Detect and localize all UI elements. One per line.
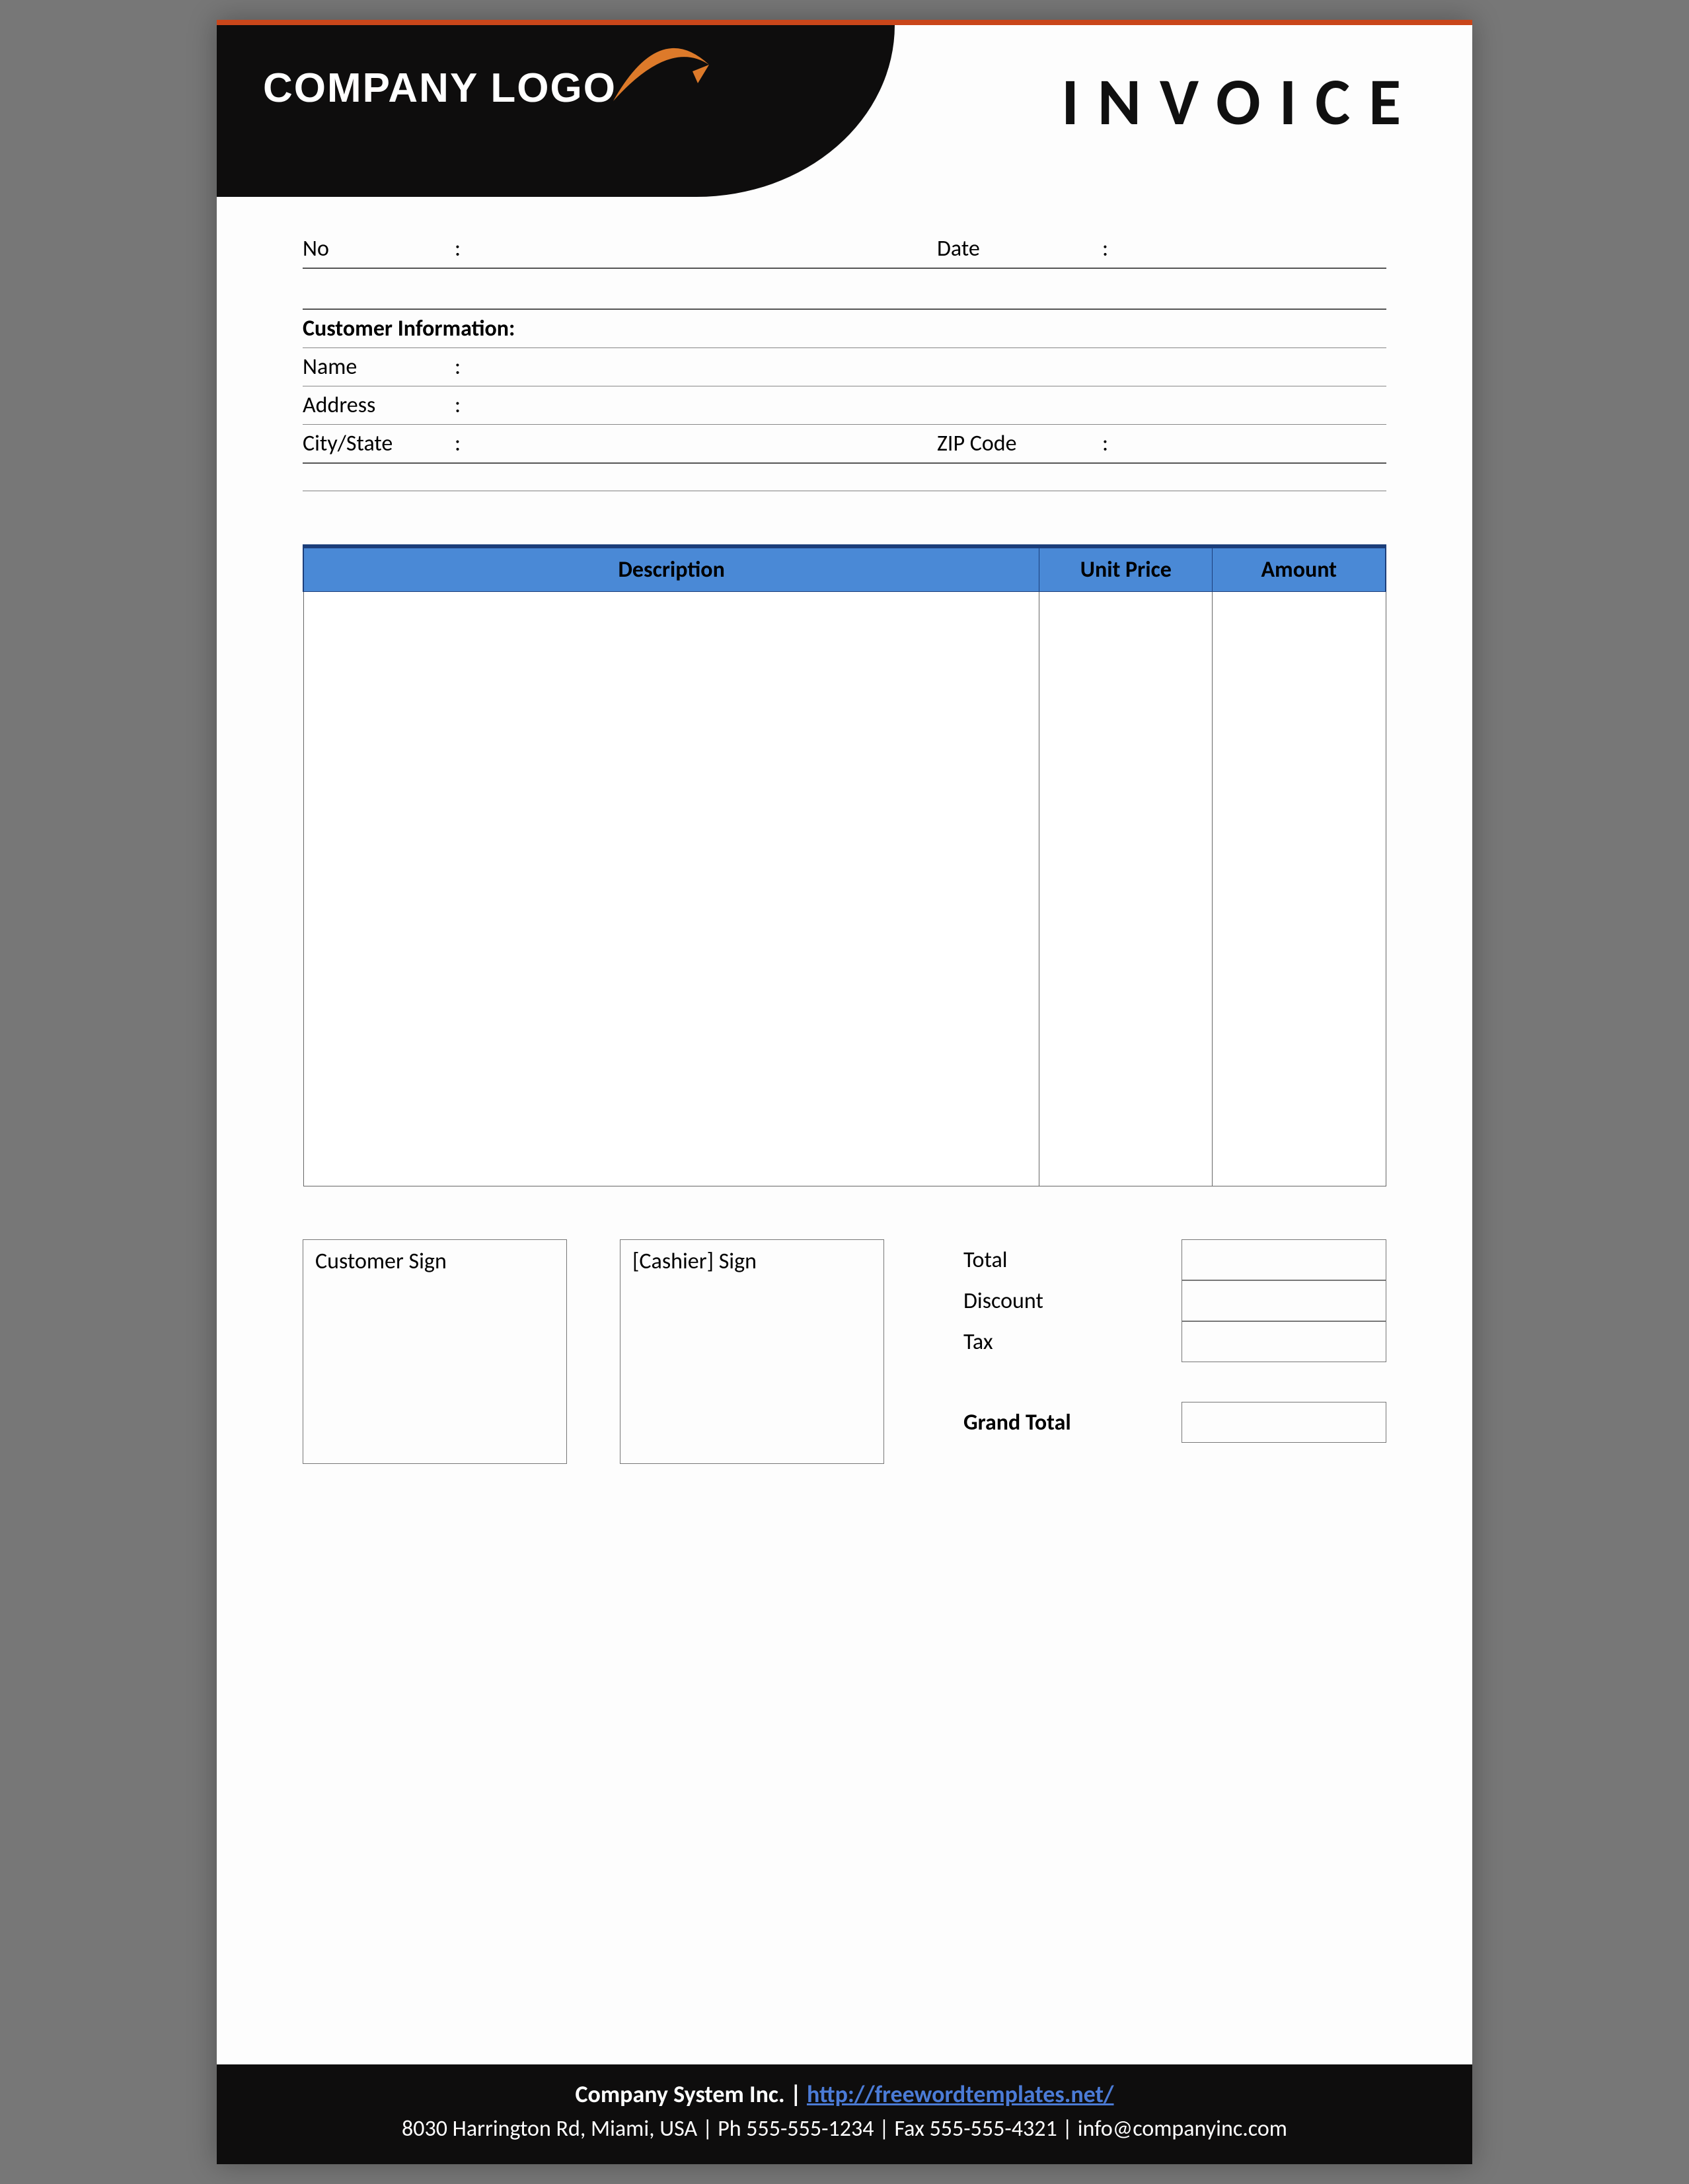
zip-label: ZIP Code	[937, 430, 1102, 457]
grand-total-row: Grand Total	[937, 1402, 1386, 1443]
cell-amount	[1213, 592, 1386, 1186]
invoice-page: COMPANY LOGO INVOICE No : Date : Custome…	[217, 20, 1472, 2164]
city-value	[474, 430, 937, 457]
discount-row: Discount	[937, 1280, 1386, 1321]
invoice-title: INVOICE	[1061, 61, 1419, 142]
customer-sign-box: Customer Sign	[303, 1239, 567, 1464]
logo-text: COMPANY LOGO	[263, 65, 617, 112]
address-value	[474, 392, 1386, 419]
totals: Total Discount Tax Grand Total	[937, 1239, 1386, 1464]
tax-label: Tax	[937, 1329, 1182, 1356]
col-description: Description	[303, 546, 1039, 592]
customer-section-title: Customer Information:	[303, 309, 1386, 348]
city-label: City/State	[303, 430, 455, 457]
footer-company: Company System Inc.	[575, 2080, 784, 2109]
tax-row: Tax	[937, 1321, 1386, 1362]
no-value	[474, 235, 937, 262]
customer-sign-label: Customer Sign	[315, 1248, 447, 1275]
grand-total-label: Grand Total	[937, 1409, 1182, 1436]
bottom-section: Customer Sign [Cashier] Sign Total Disco…	[303, 1239, 1386, 1464]
footer-sep: |	[785, 2080, 807, 2109]
name-value	[474, 353, 1386, 381]
colon: :	[1102, 235, 1122, 262]
total-label: Total	[937, 1247, 1182, 1274]
col-amount: Amount	[1213, 546, 1386, 592]
colon: :	[1102, 430, 1122, 457]
swoosh-icon	[607, 38, 712, 111]
city-row: City/State : ZIP Code :	[303, 425, 1386, 464]
total-value	[1182, 1239, 1386, 1280]
date-label: Date	[937, 235, 1102, 262]
cell-description	[303, 592, 1039, 1186]
footer: Company System Inc. | http://freewordtem…	[217, 2064, 1472, 2164]
colon: :	[455, 353, 474, 381]
content: No : Date : Customer Information: Name :…	[217, 197, 1472, 2064]
table-row	[303, 592, 1386, 1186]
divider	[303, 490, 1386, 491]
no-label: No	[303, 235, 455, 262]
date-value	[1122, 235, 1386, 262]
company-logo: COMPANY LOGO	[263, 52, 729, 124]
footer-url: http://freewordtemplates.net/	[807, 2080, 1114, 2109]
col-unit-price: Unit Price	[1039, 546, 1213, 592]
total-row: Total	[937, 1239, 1386, 1280]
address-row: Address :	[303, 386, 1386, 425]
cashier-sign-label: [Cashier] Sign	[632, 1248, 757, 1275]
cashier-sign-box: [Cashier] Sign	[620, 1239, 884, 1464]
grand-total-value	[1182, 1402, 1386, 1443]
table-header-row: Description Unit Price Amount	[303, 546, 1386, 592]
colon: :	[455, 235, 474, 262]
discount-label: Discount	[937, 1288, 1182, 1315]
colon: :	[455, 430, 474, 457]
address-label: Address	[303, 392, 455, 419]
footer-line2: 8030 Harrington Rd, Miami, USA | Ph 555-…	[230, 2112, 1459, 2146]
tax-value	[1182, 1321, 1386, 1362]
name-label: Name	[303, 353, 455, 381]
footer-line1: Company System Inc. | http://freewordtem…	[230, 2076, 1459, 2112]
name-row: Name :	[303, 348, 1386, 386]
colon: :	[455, 392, 474, 419]
zip-value	[1122, 430, 1386, 457]
items-table: Description Unit Price Amount	[303, 544, 1386, 1186]
header: COMPANY LOGO INVOICE	[217, 25, 1472, 197]
totals-spacer	[937, 1362, 1386, 1402]
cell-unit-price	[1039, 592, 1213, 1186]
discount-value	[1182, 1280, 1386, 1321]
meta-row: No : Date :	[303, 230, 1386, 269]
